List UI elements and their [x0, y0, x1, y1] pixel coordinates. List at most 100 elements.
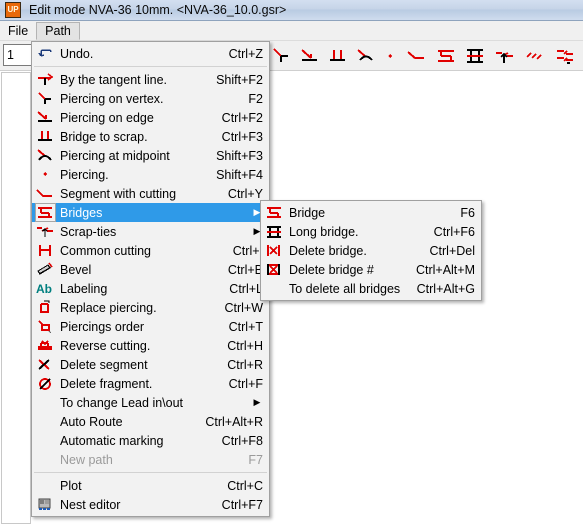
menu-item-auto-route[interactable]: Auto Route Ctrl+Alt+R [32, 412, 269, 431]
bridge-icon[interactable] [436, 47, 456, 65]
menu-separator [34, 66, 267, 67]
menu-item-accel: Ctrl+T [228, 319, 263, 334]
menu-item-piercing-at-midpoint[interactable]: Piercing at midpoint Shift+F3 [32, 146, 269, 165]
menu-item-nest-editor[interactable]: Nest editor Ctrl+F7 [32, 495, 269, 514]
menu-item-replace-piercing[interactable]: Replace piercing. Ctrl+W [32, 298, 269, 317]
menu-item-label: Reverse cutting. [60, 338, 151, 353]
menu-item-accel: F7 [248, 452, 263, 467]
menu-item-label: Plot [60, 478, 82, 493]
submenu-item-bridge[interactable]: Bridge F6 [261, 203, 481, 222]
piercing-on-edge-icon[interactable] [300, 47, 319, 65]
menu-item-label: Piercing on edge [60, 110, 154, 125]
submenu-item-delete-bridge[interactable]: Delete bridge. Ctrl+Del [261, 241, 481, 260]
menu-item-accel: Ctrl+W [224, 300, 263, 315]
menubar-item-file[interactable]: File [0, 21, 36, 40]
scrap-tie-icon[interactable] [494, 47, 515, 65]
menu-item-bridge-to-scrap[interactable]: Bridge to scrap. Ctrl+F3 [32, 127, 269, 146]
submenu-item-label: Delete bridge. [289, 243, 367, 258]
menu-item-accel: Ctrl+I [232, 243, 263, 258]
menu-item-scrap-ties[interactable]: Scrap-ties ▶ [32, 222, 269, 241]
left-tool-pane[interactable] [1, 72, 31, 524]
menu-item-accel: Ctrl+R [227, 357, 263, 372]
menu-item-label: Piercing at midpoint [60, 148, 170, 163]
menu-item-accel: Ctrl+Z [228, 46, 263, 61]
labeling-icon: Ab [32, 279, 58, 298]
menu-item-delete-segment[interactable]: Delete segment Ctrl+R [32, 355, 269, 374]
menu-item-automatic-marking[interactable]: Automatic marking Ctrl+F8 [32, 431, 269, 450]
bridges-submenu: Bridge F6 Long bridge. Ctrl+F6 Delete br… [260, 200, 482, 301]
piercing-on-vertex-icon[interactable] [272, 47, 291, 65]
bridge-icon [261, 203, 287, 222]
submenu-item-label: Delete bridge # [289, 262, 374, 277]
submenu-item-accel: Ctrl+Del [429, 243, 476, 258]
submenu-item-delete-bridge-number[interactable]: Delete bridge # Ctrl+Alt+M [261, 260, 481, 279]
menu-item-label: Bridges [60, 205, 103, 220]
menu-item-label: Undo. [60, 46, 94, 61]
menu-item-delete-fragment[interactable]: Delete fragment. Ctrl+F [32, 374, 269, 393]
piercing-at-midpoint-icon[interactable] [356, 47, 375, 65]
menu-item-piercings-order[interactable]: Piercings order Ctrl+T [32, 317, 269, 336]
delete-bridge-num-icon [261, 260, 287, 279]
menu-item-label: Bevel [60, 262, 92, 277]
menu-item-plot[interactable]: Plot Ctrl+C [32, 476, 269, 495]
menu-item-label: Segment with cutting [60, 186, 177, 201]
nest-editor-icon [32, 495, 58, 514]
menu-item-label: Labeling [60, 281, 108, 296]
bridge-to-scrap-icon[interactable] [328, 47, 347, 65]
menu-item-new-path: New path F7 [32, 450, 269, 469]
menu-item-piercing[interactable]: Piercing. Shift+F4 [32, 165, 269, 184]
menu-item-accel: Shift+F3 [216, 148, 263, 163]
menu-item-by-the-tangent-line[interactable]: By the tangent line. Shift+F2 [32, 70, 269, 89]
menu-item-bevel[interactable]: Bevel Ctrl+B [32, 260, 269, 279]
menu-item-accel: Ctrl+F3 [221, 129, 263, 144]
chevron-right-icon: ▶ [253, 397, 261, 407]
menubar-item-path[interactable]: Path [36, 22, 80, 40]
empty-icon-slot [32, 476, 58, 495]
menu-item-segment-with-cutting[interactable]: Segment with cutting Ctrl+Y [32, 184, 269, 203]
by-tangent-line-icon [32, 70, 58, 89]
undo-icon [32, 44, 58, 63]
piercings-order-icon [32, 317, 58, 336]
piercing-at-midpoint-icon [32, 146, 58, 165]
menu-item-undo[interactable]: Undo. Ctrl+Z [32, 44, 269, 63]
menu-item-label: Automatic marking [60, 433, 164, 448]
menu-item-label: To change Lead in\out [60, 395, 184, 410]
long-bridge-icon[interactable] [465, 47, 485, 65]
menu-item-accel: Shift+F2 [216, 72, 263, 87]
menu-item-accel: Ctrl+F [228, 376, 263, 391]
piercing-icon[interactable] [384, 47, 397, 65]
menu-item-common-cutting[interactable]: Common cutting Ctrl+I [32, 241, 269, 260]
menu-item-label: Delete segment [60, 357, 148, 372]
menu-item-label: Delete fragment. [60, 376, 153, 391]
path-dropdown-menu: Undo. Ctrl+Z By the tangent line. Shift+… [31, 41, 270, 517]
menu-item-accel: Ctrl+B [227, 262, 263, 277]
menu-item-label: Piercing on vertex. [60, 91, 164, 106]
menu-item-label: Nest editor [60, 497, 121, 512]
menu-item-label: By the tangent line. [60, 72, 168, 87]
delete-segment-icon [32, 355, 58, 374]
submenu-item-to-delete-all-bridges[interactable]: To delete all bridges Ctrl+Alt+G [261, 279, 481, 298]
multi-scrap-tie-icon[interactable] [524, 47, 545, 65]
submenu-item-long-bridge[interactable]: Long bridge. Ctrl+F6 [261, 222, 481, 241]
menu-item-accel: Ctrl+H [227, 338, 263, 353]
toolbar-icon-group [272, 43, 583, 69]
menu-item-labeling[interactable]: Ab Labeling Ctrl+L [32, 279, 269, 298]
svg-text:Ab: Ab [36, 282, 52, 296]
piercing-on-edge-icon [32, 108, 58, 127]
menu-item-accel: F2 [248, 91, 263, 106]
menu-item-label: Common cutting [60, 243, 152, 258]
menu-item-reverse-cutting[interactable]: Reverse cutting. Ctrl+H [32, 336, 269, 355]
menu-bar: File Path [0, 21, 583, 41]
submenu-item-label: Long bridge. [289, 224, 359, 239]
segment-with-cutting-icon[interactable] [406, 47, 427, 65]
menu-item-piercing-on-vertex[interactable]: Piercing on vertex. F2 [32, 89, 269, 108]
submenu-item-accel: Ctrl+Alt+G [416, 281, 475, 296]
menu-item-bridges[interactable]: Bridges ▶ [32, 203, 269, 222]
menu-item-piercing-on-edge[interactable]: Piercing on edge Ctrl+F2 [32, 108, 269, 127]
menu-item-accel: Ctrl+Y [227, 186, 263, 201]
menu-item-to-change-lead-in-out[interactable]: To change Lead in\out ▶ [32, 393, 269, 412]
submenu-item-accel: Ctrl+F6 [433, 224, 475, 239]
bridge-to-scrap-icon [32, 127, 58, 146]
submenu-item-label: To delete all bridges [289, 281, 401, 296]
scrap-ties-group-icon[interactable] [554, 47, 575, 65]
